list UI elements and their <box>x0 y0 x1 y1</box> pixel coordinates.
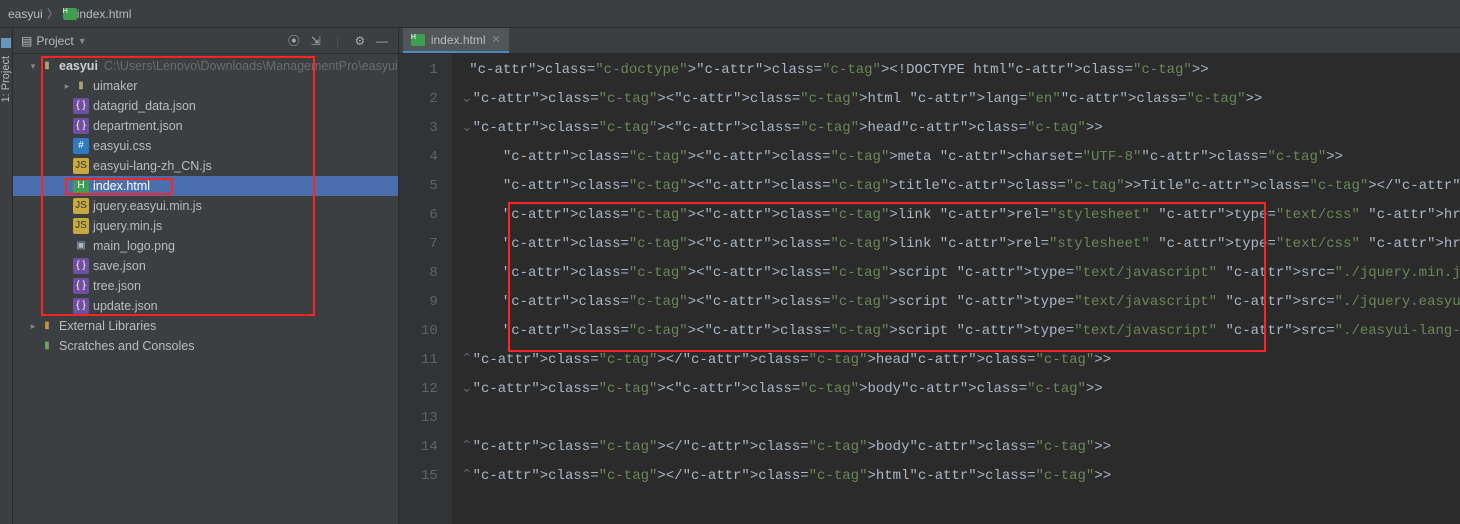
tree-item[interactable]: { }tree.json <box>13 276 398 296</box>
editor-tabs: H index.html ✕ <box>399 28 1460 54</box>
project-panel-header: ▤ Project ▼ ⦿ ⇲ | ⚙ — <box>13 28 398 54</box>
json-file-icon: { } <box>73 98 89 114</box>
tree-item[interactable]: JSeasyui-lang-zh_CN.js <box>13 156 398 176</box>
code-line[interactable]: ⌃"c-attr">class="c-tag"></"c-attr">class… <box>461 346 1460 375</box>
code-content[interactable]: "c-attr">class="c-doctype">"c-attr">clas… <box>453 54 1460 524</box>
line-number: 4 <box>399 143 438 172</box>
line-number: 14 <box>399 433 438 462</box>
code-editor[interactable]: 123456789101112131415 "c-attr">class="c-… <box>399 54 1460 524</box>
json-file-icon: { } <box>73 258 89 274</box>
line-number: 11 <box>399 346 438 375</box>
json-file-icon: { } <box>73 278 89 294</box>
line-number: 9 <box>399 288 438 317</box>
tree-item[interactable]: { }save.json <box>13 256 398 276</box>
tree-item[interactable]: JSjquery.min.js <box>13 216 398 236</box>
line-number: 3 <box>399 114 438 143</box>
folder-icon: ▮ <box>73 78 89 94</box>
html-file-icon: H <box>73 178 89 194</box>
code-line[interactable]: "c-attr">class="c-tag"><"c-attr">class="… <box>461 317 1460 346</box>
divider: | <box>330 33 346 49</box>
tree-item[interactable]: JSjquery.easyui.min.js <box>13 196 398 216</box>
js-file-icon: JS <box>73 218 89 234</box>
expand-icon[interactable]: ▸ <box>61 76 73 96</box>
locate-icon[interactable]: ⦿ <box>286 33 302 49</box>
editor-tab-index[interactable]: H index.html ✕ <box>403 28 509 53</box>
code-line[interactable]: "c-attr">class="c-tag"><"c-attr">class="… <box>461 259 1460 288</box>
css-file-icon: # <box>73 138 89 154</box>
html-file-icon: H <box>411 34 425 46</box>
line-gutter: 123456789101112131415 <box>399 54 453 524</box>
code-line[interactable]: "c-attr">class="c-doctype">"c-attr">clas… <box>461 56 1460 85</box>
line-number: 15 <box>399 462 438 491</box>
gear-icon[interactable]: ⚙ <box>352 33 368 49</box>
code-line[interactable] <box>461 404 1460 433</box>
expand-all-icon[interactable]: ⇲ <box>308 33 324 49</box>
tree-item[interactable]: { }update.json <box>13 296 398 316</box>
tree-item[interactable]: { }department.json <box>13 116 398 136</box>
line-number: 1 <box>399 56 438 85</box>
line-number: 6 <box>399 201 438 230</box>
code-line[interactable]: ⌄"c-attr">class="c-tag"><"c-attr">class=… <box>461 375 1460 404</box>
js-file-icon: JS <box>73 198 89 214</box>
breadcrumb-project[interactable]: easyui <box>8 7 43 21</box>
code-line[interactable]: ⌄"c-attr">class="c-tag"><"c-attr">class=… <box>461 114 1460 143</box>
json-file-icon: { } <box>73 298 89 314</box>
line-number: 8 <box>399 259 438 288</box>
scratch-icon: ▮ <box>39 338 55 354</box>
expand-icon[interactable]: ▸ <box>27 316 39 336</box>
code-line[interactable]: "c-attr">class="c-tag"><"c-attr">class="… <box>461 288 1460 317</box>
line-number: 7 <box>399 230 438 259</box>
project-tab-icon <box>1 38 11 48</box>
close-icon[interactable]: ✕ <box>492 33 501 46</box>
hide-icon[interactable]: — <box>374 33 390 49</box>
editor-area: H index.html ✕ 123456789101112131415 "c-… <box>399 28 1460 524</box>
code-line[interactable]: "c-attr">class="c-tag"><"c-attr">class="… <box>461 230 1460 259</box>
tree-item[interactable]: ▣main_logo.png <box>13 236 398 256</box>
expand-icon[interactable]: ▾ <box>27 56 39 76</box>
code-line[interactable]: ⌃"c-attr">class="c-tag"></"c-attr">class… <box>461 462 1460 491</box>
code-line[interactable]: "c-attr">class="c-tag"><"c-attr">class="… <box>461 143 1460 172</box>
tool-window-stripe: 1: Project <box>0 28 13 524</box>
tree-item[interactable]: ▸▮uimaker <box>13 76 398 96</box>
tree-item[interactable]: Hindex.html <box>13 176 398 196</box>
breadcrumb: easyui 〉 H index.html <box>0 0 1460 28</box>
js-file-icon: JS <box>73 158 89 174</box>
tree-scratches[interactable]: ▮Scratches and Consoles <box>13 336 398 356</box>
line-number: 5 <box>399 172 438 201</box>
code-line[interactable]: "c-attr">class="c-tag"><"c-attr">class="… <box>461 201 1460 230</box>
dropdown-icon[interactable]: ▼ <box>78 36 87 46</box>
code-line[interactable]: ⌄"c-attr">class="c-tag"><"c-attr">class=… <box>461 85 1460 114</box>
line-number: 12 <box>399 375 438 404</box>
library-icon: ▮ <box>39 318 55 334</box>
folder-icon: ▮ <box>39 58 55 74</box>
project-panel-title[interactable]: Project <box>36 34 73 48</box>
tree-external-libs[interactable]: ▸▮External Libraries <box>13 316 398 336</box>
breadcrumb-file[interactable]: index.html <box>77 7 132 21</box>
html-file-icon: H <box>63 8 77 20</box>
project-panel: ▤ Project ▼ ⦿ ⇲ | ⚙ — ▾▮easyuiC:\Users\L… <box>13 28 399 524</box>
tree-root[interactable]: ▾▮easyuiC:\Users\Lenovo\Downloads\Manage… <box>13 56 398 76</box>
image-file-icon: ▣ <box>73 238 89 254</box>
chevron-right-icon: 〉 <box>47 5 59 22</box>
project-tree[interactable]: ▾▮easyuiC:\Users\Lenovo\Downloads\Manage… <box>13 54 398 524</box>
tree-item[interactable]: { }datagrid_data.json <box>13 96 398 116</box>
code-line[interactable]: "c-attr">class="c-tag"><"c-attr">class="… <box>461 172 1460 201</box>
editor-tab-label: index.html <box>431 33 486 47</box>
tool-window-tab-project[interactable]: 1: Project <box>0 56 12 102</box>
line-number: 2 <box>399 85 438 114</box>
code-line[interactable]: ⌃"c-attr">class="c-tag"></"c-attr">class… <box>461 433 1460 462</box>
tree-item[interactable]: #easyui.css <box>13 136 398 156</box>
json-file-icon: { } <box>73 118 89 134</box>
line-number: 10 <box>399 317 438 346</box>
line-number: 13 <box>399 404 438 433</box>
project-view-icon: ▤ <box>21 34 32 48</box>
